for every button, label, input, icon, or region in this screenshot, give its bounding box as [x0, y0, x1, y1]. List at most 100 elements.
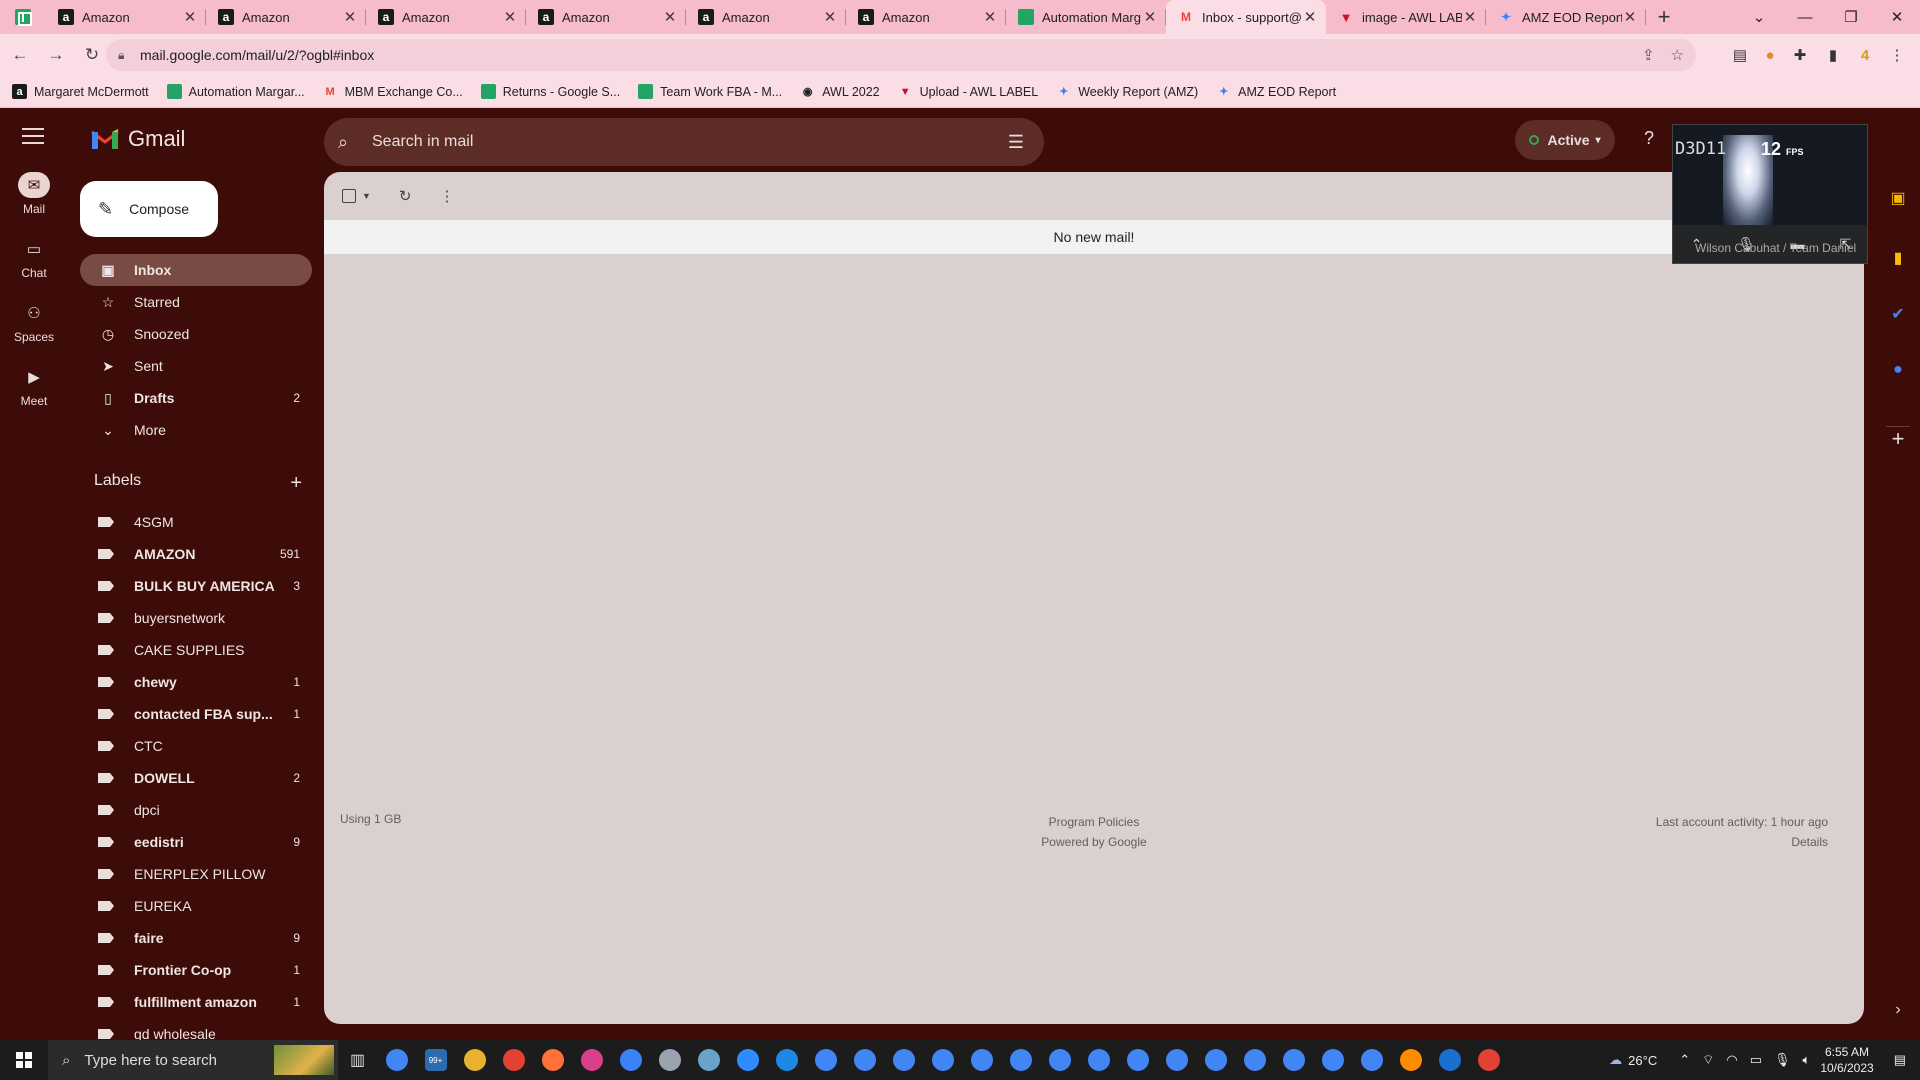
taskbar-app[interactable]	[1118, 1040, 1157, 1080]
gmail-logo[interactable]: Gmail	[90, 126, 185, 152]
minimize-button[interactable]: —	[1782, 0, 1828, 34]
label-item[interactable]: BULK BUY AMERICA 3	[80, 570, 312, 602]
taskbar-clock[interactable]: 6:55 AM 10/6/2023	[1820, 1044, 1873, 1076]
contacts-icon[interactable]: ●	[1886, 358, 1910, 382]
taskbar-app[interactable]	[455, 1040, 494, 1080]
restore-button[interactable]: ❐	[1828, 0, 1874, 34]
taskbar-app[interactable]	[1157, 1040, 1196, 1080]
activity-details-link[interactable]: Details	[1656, 832, 1828, 852]
close-tab-icon[interactable]: ✕	[822, 8, 838, 26]
pinned-sheets-tab[interactable]	[0, 0, 46, 34]
browser-tab[interactable]: ✦ AMZ EOD Report ✕	[1486, 0, 1646, 34]
close-tab-icon[interactable]: ✕	[1622, 8, 1638, 26]
compose-button[interactable]: ✎ Compose	[80, 181, 218, 237]
browser-tab[interactable]: M Inbox - support@ ✕	[1166, 0, 1326, 34]
refresh-icon[interactable]: ↻	[399, 187, 412, 205]
taskbar-app[interactable]	[1001, 1040, 1040, 1080]
rail-item-chat[interactable]: ▭ Chat	[0, 236, 68, 300]
label-item[interactable]: buyersnetwork	[80, 602, 312, 634]
bookmark-item[interactable]: Team Work FBA - M...	[638, 84, 782, 99]
taskbar-app[interactable]	[1313, 1040, 1352, 1080]
extension-orange-icon[interactable]: ●	[1757, 42, 1783, 68]
label-item[interactable]: CAKE SUPPLIES	[80, 634, 312, 666]
label-item[interactable]: dpci	[80, 794, 312, 826]
taskbar-search-input[interactable]: Type here to search	[84, 1052, 217, 1069]
label-item[interactable]: Frontier Co-op 1	[80, 954, 312, 986]
browser-tab[interactable]: a Amazon ✕	[846, 0, 1006, 34]
taskbar-app[interactable]	[962, 1040, 1001, 1080]
label-item[interactable]: ENERPLEX PILLOW	[80, 858, 312, 890]
start-button[interactable]	[0, 1040, 48, 1080]
select-dropdown-icon[interactable]: ▼	[362, 191, 371, 201]
bookmark-item[interactable]: ◉ AWL 2022	[800, 84, 880, 99]
close-tab-icon[interactable]: ✕	[502, 8, 518, 26]
taskbar-app[interactable]	[728, 1040, 767, 1080]
taskbar-app[interactable]	[806, 1040, 845, 1080]
rail-item-spaces[interactable]: ⚇ Spaces	[0, 300, 68, 364]
taskbar-app[interactable]	[650, 1040, 689, 1080]
help-icon[interactable]: ?	[1636, 128, 1662, 149]
new-tab-button[interactable]: +	[1646, 0, 1682, 34]
label-item[interactable]: contacted FBA sup... 1	[80, 698, 312, 730]
label-item[interactable]: chewy 1	[80, 666, 312, 698]
program-policies-link[interactable]: Program Policies	[324, 812, 1864, 832]
main-menu-icon[interactable]	[22, 128, 44, 146]
close-tab-icon[interactable]: ✕	[982, 8, 998, 26]
taskbar-app[interactable]	[767, 1040, 806, 1080]
close-tab-icon[interactable]: ✕	[1462, 8, 1478, 26]
wifi-icon[interactable]: ◠	[1726, 1052, 1737, 1068]
taskbar-app[interactable]	[884, 1040, 923, 1080]
taskbar-app[interactable]	[533, 1040, 572, 1080]
task-view-icon[interactable]: ▥	[338, 1040, 377, 1080]
taskbar-app[interactable]	[1079, 1040, 1118, 1080]
close-tab-icon[interactable]: ✕	[662, 8, 678, 26]
mail-search-box[interactable]: ⌕ Search in mail ☰	[324, 118, 1044, 166]
browser-tab[interactable]: ▼ image - AWL LAB ✕	[1326, 0, 1486, 34]
nav-item-drafts[interactable]: ▯ Drafts 2	[80, 382, 312, 414]
more-options-icon[interactable]: ⋮	[440, 187, 455, 205]
browser-tab[interactable]: a Amazon ✕	[206, 0, 366, 34]
taskbar-app[interactable]	[377, 1040, 416, 1080]
bookmark-item[interactable]: Automation Margar...	[166, 84, 305, 99]
tab-search-icon[interactable]: ⌄	[1736, 0, 1782, 34]
taskbar-app[interactable]	[1196, 1040, 1235, 1080]
hide-side-panel-icon[interactable]: ›	[1886, 998, 1910, 1022]
close-tab-icon[interactable]: ✕	[1142, 8, 1158, 26]
notifications-icon[interactable]: ▤	[1894, 1052, 1906, 1068]
taskbar-app[interactable]	[1274, 1040, 1313, 1080]
nav-item-starred[interactable]: ☆ Starred	[80, 286, 312, 318]
rail-item-meet[interactable]: ▶ Meet	[0, 364, 68, 428]
taskbar-app[interactable]	[1430, 1040, 1469, 1080]
label-item[interactable]: AMAZON 591	[80, 538, 312, 570]
taskbar-app[interactable]	[611, 1040, 650, 1080]
status-button[interactable]: Active ▾	[1515, 120, 1615, 160]
taskbar-app[interactable]	[689, 1040, 728, 1080]
add-label-icon[interactable]: +	[290, 472, 302, 495]
select-all-checkbox[interactable]	[342, 189, 356, 203]
nav-item-more[interactable]: ⌄ More	[80, 414, 312, 446]
extensions-puzzle-icon[interactable]: ✚	[1787, 42, 1813, 68]
taskbar-app[interactable]	[845, 1040, 884, 1080]
label-item[interactable]: EUREKA	[80, 890, 312, 922]
bookmark-star-icon[interactable]: ☆	[1671, 46, 1684, 64]
forward-button[interactable]: →	[40, 39, 72, 71]
taskbar-app[interactable]	[494, 1040, 533, 1080]
browser-menu-icon[interactable]: ⋮	[1884, 42, 1910, 68]
taskbar-app[interactable]	[923, 1040, 962, 1080]
reload-button[interactable]: ↻	[76, 39, 108, 71]
tasks-icon[interactable]: ✔	[1886, 302, 1910, 326]
video-call-overlay[interactable]: D3D11 12 FPS ⌃ 🎙︎ ▬ ⇱ Wilson Cabuhat / T…	[1672, 124, 1868, 264]
weather-icon[interactable]: ☁	[1609, 1052, 1622, 1068]
bookmark-item[interactable]: ✦ AMZ EOD Report	[1216, 84, 1336, 99]
bookmark-item[interactable]: a Margaret McDermott	[12, 84, 149, 99]
taskbar-app[interactable]	[1391, 1040, 1430, 1080]
bookmark-item[interactable]: M MBM Exchange Co...	[323, 84, 463, 99]
nav-item-sent[interactable]: ➤ Sent	[80, 350, 312, 382]
label-item[interactable]: eedistri 9	[80, 826, 312, 858]
side-panel-icon[interactable]: ▮	[1820, 42, 1846, 68]
close-tab-icon[interactable]: ✕	[342, 8, 358, 26]
search-options-icon[interactable]: ☰	[996, 132, 1036, 153]
rail-item-mail[interactable]: ✉ Mail	[0, 172, 68, 236]
browser-tab[interactable]: a Amazon ✕	[46, 0, 206, 34]
browser-tab[interactable]: Automation Marg ✕	[1006, 0, 1166, 34]
